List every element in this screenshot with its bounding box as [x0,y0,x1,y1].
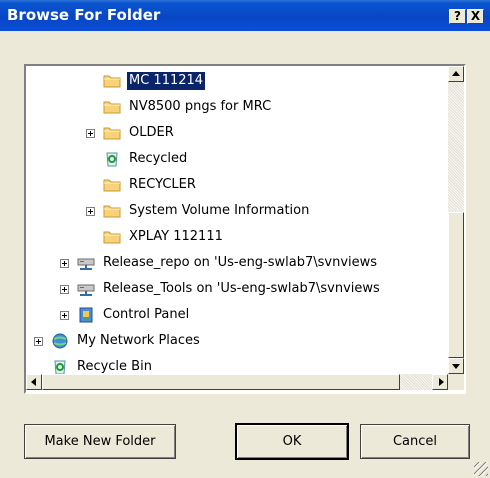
tree-item-label: XPLAY 112111 [129,229,223,244]
tree-item-label: RECYCLER [129,177,196,192]
resize-grip[interactable] [474,462,488,476]
tree-item-xplay-112111[interactable]: XPLAY 112111 [103,226,225,248]
ok-button[interactable]: OK [236,424,348,459]
tree-item-label: Recycled [129,151,188,166]
network-places-icon [51,333,69,349]
close-button[interactable]: X [467,9,484,24]
tree-item-control-panel[interactable]: Control Panel [60,304,191,326]
tree-content: MC 111214 NV8500 pngs for MRC OLDER Recy… [26,66,448,374]
vertical-scroll-thumb[interactable] [448,212,464,358]
left-arrow-icon [31,378,36,386]
expand-icon[interactable] [60,284,69,294]
tree-item-label: OLDER [129,125,174,140]
down-arrow-icon [452,364,460,369]
tree-item-nv8500[interactable]: NV8500 pngs for MRC [103,96,273,118]
expand-icon[interactable] [86,206,95,216]
tree-item-release-tools[interactable]: Release_Tools on 'Us-eng-swlab7\svnviews [60,278,382,300]
folder-icon [103,177,121,193]
tree-item-label: System Volume Information [129,203,310,218]
recycle-bin-icon [51,359,69,374]
tree-item-label: Control Panel [103,307,190,322]
tree-item-label: NV8500 pngs for MRC [129,99,272,114]
scroll-up-button[interactable] [448,66,464,82]
horizontal-scrollbar[interactable] [26,374,448,390]
expand-icon[interactable] [60,310,69,320]
recycle-bin-icon [103,151,121,167]
scroll-right-button[interactable] [432,374,448,390]
network-drive-icon [77,281,95,297]
folder-icon [103,99,121,115]
tree-item-label: My Network Places [77,333,200,348]
tree-item-release-repo[interactable]: Release_repo on 'Us-eng-swlab7\svnviews [60,252,379,274]
window-title: Browse For Folder [7,6,161,24]
folder-tree-view[interactable]: MC 111214 NV8500 pngs for MRC OLDER Recy… [24,64,466,394]
help-button[interactable]: ? [449,9,466,24]
folder-icon [103,229,121,245]
cancel-button[interactable]: Cancel [360,424,470,459]
tree-item-older[interactable]: OLDER [86,122,176,144]
folder-icon [103,125,121,141]
right-arrow-icon [439,378,444,386]
network-drive-icon [77,255,95,271]
title-bar[interactable]: Browse For Folder ? X [0,0,490,31]
scroll-left-button[interactable] [26,374,42,390]
tree-item-mc-111214[interactable]: MC 111214 [103,70,206,92]
tree-item-label: MC 111214 [127,72,206,90]
folder-icon [103,73,121,89]
expand-icon[interactable] [86,128,95,138]
tree-item-recycler[interactable]: RECYCLER [103,174,198,196]
scrollbar-corner [448,374,464,390]
expand-icon[interactable] [34,336,43,346]
up-arrow-icon [452,71,460,76]
vertical-scrollbar[interactable] [448,66,464,374]
horizontal-scroll-thumb[interactable] [42,374,400,390]
folder-icon [103,203,121,219]
scroll-down-button[interactable] [448,358,464,374]
expand-icon[interactable] [60,258,69,268]
make-new-folder-button[interactable]: Make New Folder [24,424,176,459]
browse-for-folder-dialog: Browse For Folder ? X MC 111214 NV8500 p… [0,0,490,478]
control-panel-icon [77,307,95,323]
tree-item-recycle-bin[interactable]: Recycle Bin [51,356,154,374]
tree-item-label: Recycle Bin [77,359,152,374]
tree-item-system-volume-information[interactable]: System Volume Information [86,200,311,222]
tree-item-recycled[interactable]: Recycled [103,148,189,170]
tree-item-my-network-places[interactable]: My Network Places [34,330,202,352]
tree-item-label: Release_Tools on 'Us-eng-swlab7\svnviews [103,281,380,296]
tree-item-label: Release_repo on 'Us-eng-swlab7\svnviews [103,255,378,270]
